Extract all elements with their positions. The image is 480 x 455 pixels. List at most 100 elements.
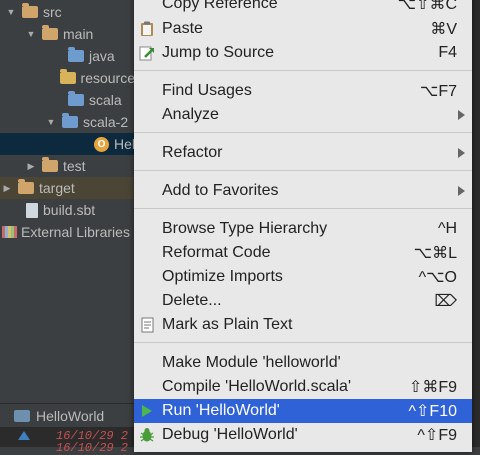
tree-item-label: Hell	[114, 136, 135, 152]
tree-item-label: scala-2	[83, 114, 129, 130]
tree-item-label: build.sbt	[43, 202, 96, 218]
tree-item-label: main	[63, 26, 94, 42]
project-tree: ▼ src ▼ main java resource scala ▼ scala…	[0, 0, 135, 447]
menu-item-paste[interactable]: Paste ⌘V	[134, 17, 472, 41]
menu-separator	[134, 342, 472, 343]
tree-item-resources[interactable]: resource	[0, 67, 135, 89]
tree-item-java[interactable]: java	[0, 45, 135, 67]
console-output: 16/10/29 2 16/10/29 2	[0, 427, 135, 455]
folder-orange-icon	[18, 179, 34, 194]
submenu-arrow-icon	[458, 110, 465, 120]
menu-item-label: Analyze	[162, 106, 219, 123]
expand-arrow-icon[interactable]: ▶	[26, 161, 36, 172]
tree-item-scala[interactable]: scala	[0, 89, 135, 111]
menu-item-label: Mark as Plain Text	[162, 316, 293, 333]
folder-yellow-icon	[59, 69, 76, 84]
tree-item-label: target	[39, 180, 75, 196]
menu-item-shortcut: ^H	[437, 220, 457, 237]
menu-item-label: Run 'HelloWorld'	[162, 402, 280, 419]
menu-item-shortcut: ⌥F7	[419, 83, 457, 100]
folder-blue-icon	[68, 47, 84, 62]
paste-icon	[139, 21, 155, 37]
menu-item-find-usages[interactable]: Find Usages ⌥F7	[134, 79, 472, 103]
expand-arrow-icon[interactable]: ▼	[6, 7, 16, 17]
tree-item-main[interactable]: ▼ main	[0, 23, 135, 45]
tree-item-label: External Libraries	[21, 224, 130, 240]
menu-item-shortcut: ⌘V	[430, 21, 457, 38]
menu-item-mark-as-plain-text[interactable]: Mark as Plain Text	[134, 313, 472, 337]
run-panel: HelloWorld 16/10/29 2 16/10/29 2	[0, 403, 135, 455]
tree-item-test[interactable]: ▶ test	[0, 155, 135, 177]
menu-item-label: Copy Reference	[162, 0, 278, 12]
menu-item-shortcut: ⇧⌘F9	[408, 379, 457, 396]
run-icon	[139, 403, 155, 419]
submenu-arrow-icon	[458, 186, 465, 196]
menu-item-label: Make Module 'helloworld'	[162, 354, 341, 371]
jump-to-source-icon	[139, 45, 155, 61]
menu-item-analyze[interactable]: Analyze	[134, 103, 472, 127]
menu-item-label: Reformat Code	[162, 244, 271, 261]
submenu-arrow-icon	[458, 148, 465, 158]
tree-item-scala-2[interactable]: ▼ scala-2	[0, 111, 135, 133]
menu-item-label: Debug 'HelloWorld'	[162, 426, 298, 443]
tree-item-external-libraries[interactable]: External Libraries	[0, 221, 135, 243]
menu-item-shortcut: ^⇧F10	[408, 403, 457, 420]
menu-item-delete[interactable]: Delete... ⌦	[134, 289, 472, 313]
plain-text-icon	[139, 317, 155, 333]
menu-item-debug[interactable]: Debug 'HelloWorld' ^⇧F9	[134, 423, 472, 447]
menu-item-label: Find Usages	[162, 82, 252, 99]
object-file-icon: O	[94, 136, 109, 152]
tree-item-helloworld[interactable]: O Hell	[0, 133, 135, 155]
menu-item-shortcut: F4	[438, 44, 457, 61]
tree-item-src[interactable]: ▼ src	[0, 1, 135, 23]
menu-item-refactor[interactable]: Refactor	[134, 141, 472, 165]
menu-item-make-module[interactable]: Make Module 'helloworld'	[134, 351, 472, 375]
run-tab-label: HelloWorld	[36, 408, 105, 424]
libraries-icon	[2, 226, 17, 238]
menu-item-shortcut: ^⌥O	[418, 269, 457, 286]
menu-item-label: Compile 'HelloWorld.scala'	[162, 378, 351, 395]
menu-item-label: Delete...	[162, 292, 222, 309]
expand-arrow-icon[interactable]: ▼	[26, 29, 36, 39]
menu-item-shortcut: ⌥⇧⌘C	[397, 0, 457, 13]
expand-arrow-icon[interactable]: ▶	[2, 183, 12, 194]
menu-separator	[134, 208, 472, 209]
folder-orange-icon	[42, 25, 58, 40]
menu-separator	[134, 132, 472, 133]
rerun-icon[interactable]	[18, 431, 30, 440]
folder-blue-icon	[68, 91, 84, 106]
run-tab[interactable]: HelloWorld	[0, 403, 135, 428]
folder-blue-icon	[62, 113, 78, 128]
folder-orange-icon	[42, 157, 58, 172]
sbt-file-icon	[26, 202, 38, 218]
tree-item-label: resource	[80, 70, 135, 86]
menu-item-label: Optimize Imports	[162, 268, 283, 285]
menu-item-browse-type-hierarchy[interactable]: Browse Type Hierarchy ^H	[134, 217, 472, 241]
menu-item-jump-to-source[interactable]: Jump to Source F4	[134, 41, 472, 65]
folder-orange-icon	[22, 3, 38, 18]
menu-item-shortcut: ⌥⌘L	[413, 245, 457, 262]
tree-item-build-sbt[interactable]: build.sbt	[0, 199, 135, 221]
menu-separator	[134, 170, 472, 171]
menu-item-compile[interactable]: Compile 'HelloWorld.scala' ⇧⌘F9	[134, 375, 472, 399]
debug-icon	[139, 427, 155, 443]
tree-item-target[interactable]: ▶ target	[0, 177, 135, 199]
menu-item-shortcut: ⌦	[434, 293, 457, 310]
run-tab-icon	[14, 410, 30, 422]
console-line: 16/10/29 2	[56, 441, 129, 455]
menu-item-copy-reference[interactable]: Copy Reference ⌥⇧⌘C	[134, 0, 472, 16]
menu-item-label: Refactor	[162, 144, 223, 161]
menu-item-label: Add to Favorites	[162, 182, 279, 199]
expand-arrow-icon[interactable]: ▼	[46, 117, 56, 127]
editor-edge	[472, 0, 480, 447]
menu-item-add-to-favorites[interactable]: Add to Favorites	[134, 179, 472, 203]
tree-item-label: scala	[89, 92, 122, 108]
menu-item-run[interactable]: Run 'HelloWorld' ^⇧F10	[134, 399, 472, 423]
menu-item-shortcut: ^⇧F9	[417, 427, 457, 444]
tree-item-label: src	[43, 4, 62, 20]
menu-item-reformat-code[interactable]: Reformat Code ⌥⌘L	[134, 241, 472, 265]
tree-item-label: test	[63, 158, 86, 174]
tree-item-label: java	[89, 48, 115, 64]
menu-item-optimize-imports[interactable]: Optimize Imports ^⌥O	[134, 265, 472, 289]
context-menu: Copy Reference ⌥⇧⌘C Paste ⌘V Jump to Sou…	[134, 0, 472, 452]
